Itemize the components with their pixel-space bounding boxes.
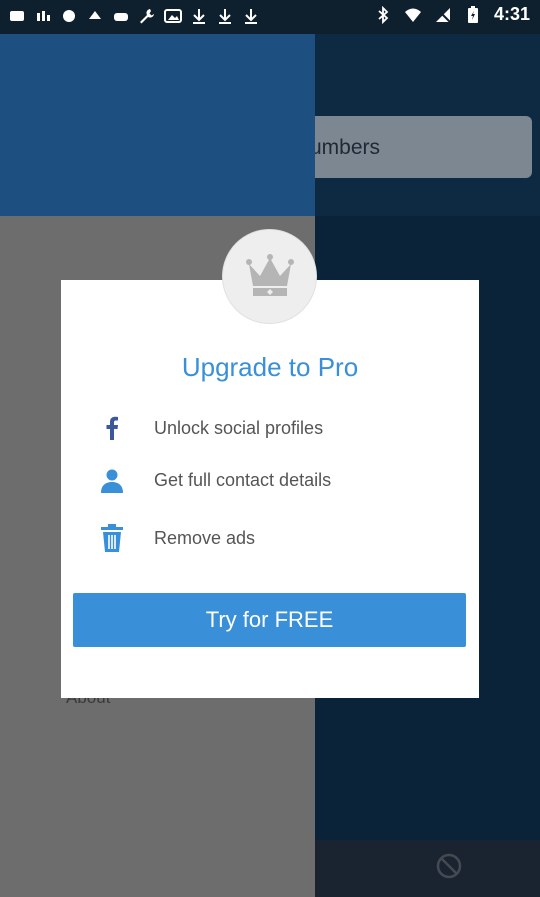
clock: 4:31	[493, 4, 530, 24]
modal-title: Upgrade to Pro	[181, 352, 359, 382]
notification-icon	[60, 7, 78, 25]
upgrade-modal: Upgrade to Pro Unlock social profiles Ge…	[61, 280, 479, 698]
download-icon	[190, 7, 208, 25]
notification-icons	[8, 7, 260, 25]
notification-icon	[34, 7, 52, 25]
feature-row-ads: Remove ads	[97, 523, 255, 553]
feature-row-contact: Get full contact details	[97, 465, 331, 495]
status-bar: 4:31	[0, 0, 540, 34]
wrench-icon	[138, 7, 156, 25]
wifi-icon	[404, 6, 422, 24]
download-icon	[216, 7, 234, 25]
trash-icon	[97, 523, 127, 553]
system-icons: 4:31	[374, 4, 530, 25]
gallery-icon	[164, 7, 182, 25]
crown-badge	[223, 230, 316, 323]
person-icon	[97, 465, 127, 495]
battery-icon	[464, 5, 482, 24]
feature-label: Get full contact details	[154, 469, 332, 490]
feature-label: Unlock social profiles	[154, 417, 324, 438]
signal-icon	[434, 6, 452, 24]
notification-icon	[112, 7, 130, 25]
drawer-header	[0, 34, 315, 216]
bluetooth-icon	[374, 5, 392, 24]
notification-icon	[8, 7, 26, 25]
block-icon[interactable]	[436, 853, 462, 879]
try-for-free-button[interactable]: Try for FREE	[73, 593, 466, 647]
bottom-bar	[315, 840, 540, 897]
notification-icon	[86, 7, 104, 25]
download-icon	[242, 7, 260, 25]
search-placeholder: umbers	[310, 136, 381, 159]
crown-icon	[246, 254, 294, 296]
facebook-icon	[97, 413, 127, 443]
feature-label: Remove ads	[154, 527, 256, 548]
feature-row-social: Unlock social profiles	[97, 413, 323, 443]
